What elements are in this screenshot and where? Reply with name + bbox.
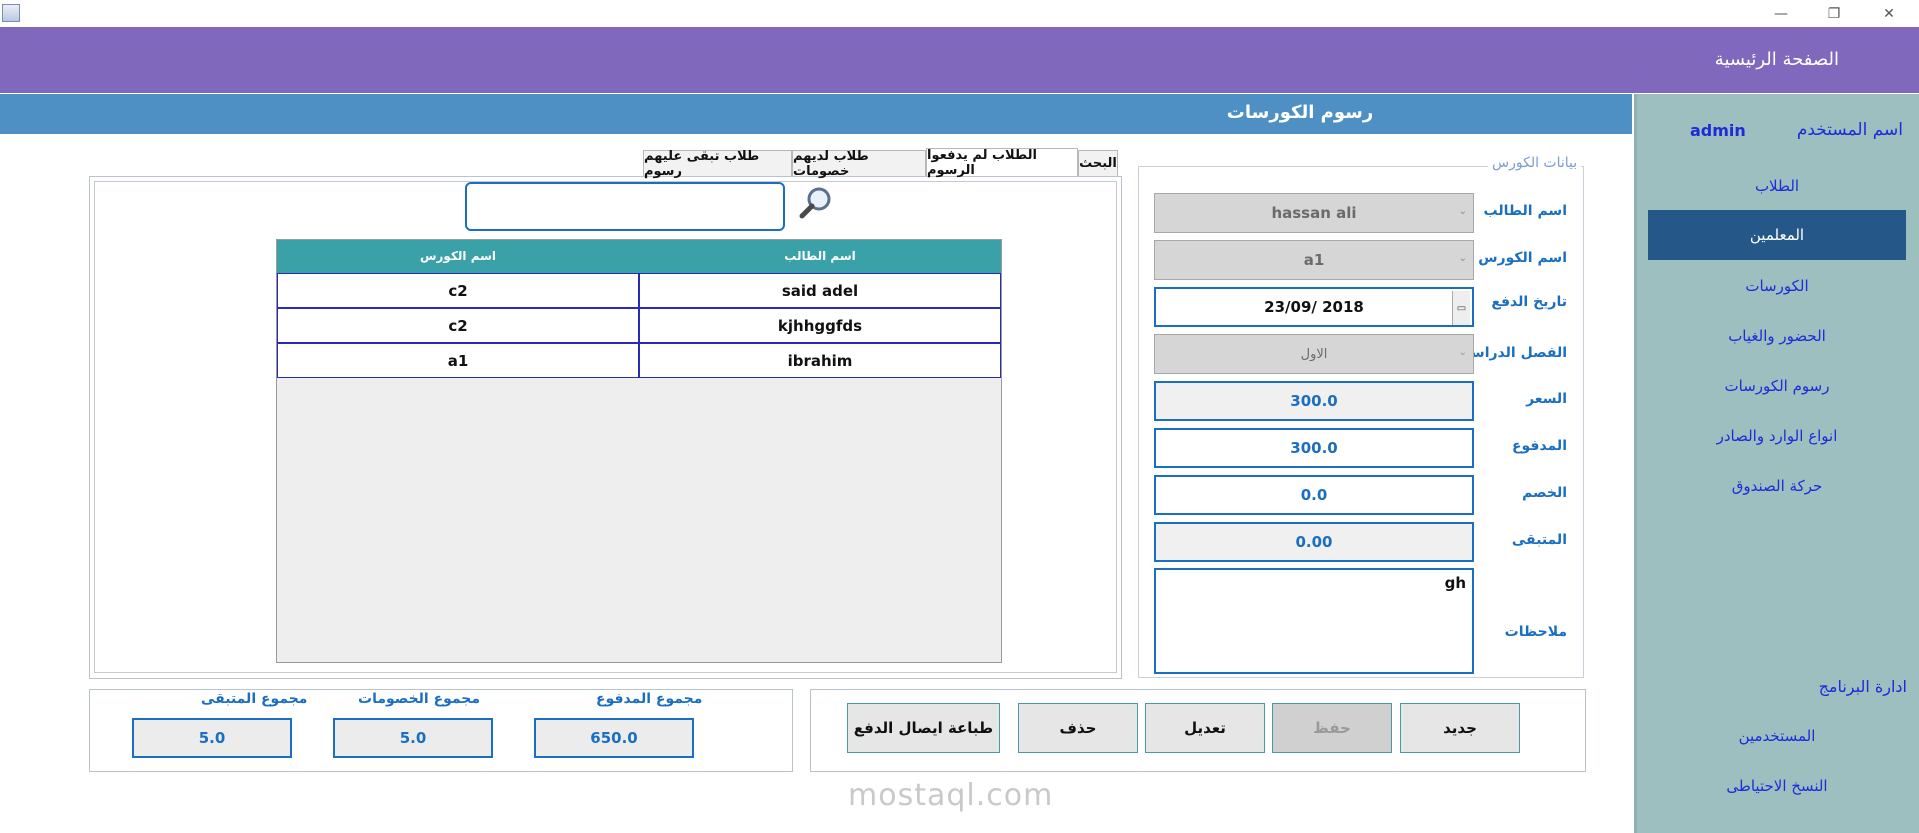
discount-label: الخصم [1522, 485, 1567, 501]
table-row[interactable]: a1 ibrahim [277, 343, 1001, 378]
course-name-label: اسم الكورس [1478, 250, 1567, 266]
notes-textarea[interactable]: gh [1154, 568, 1474, 674]
delete-button[interactable]: حذف [1018, 703, 1138, 753]
total-paid-field[interactable]: 650.0 [534, 718, 694, 758]
column-header-student[interactable]: اسم الطالب [639, 240, 1001, 273]
sidebar-item-backup[interactable]: النسخ الاحتياطى [1648, 761, 1906, 811]
sidebar-item-cash-movement[interactable]: حركة الصندوق [1648, 461, 1906, 511]
search-icon[interactable] [798, 185, 834, 221]
table-row[interactable]: c2 said adel [277, 273, 1001, 308]
tab-remaining-fees-students[interactable]: طلاب تبقى عليهم رسوم [643, 149, 792, 179]
minimize-button[interactable]: — [1758, 0, 1804, 27]
remaining-label: المتبقى [1511, 532, 1567, 548]
calendar-icon[interactable]: ▭ [1452, 291, 1470, 325]
students-table: اسم الكورس اسم الطالب c2 said adel c2 kj… [276, 239, 1002, 663]
payment-date-field[interactable]: 23/09/ 2018 ▭ [1154, 287, 1474, 327]
admin-section-heading: ادارة البرنامج [1818, 677, 1907, 696]
cell-course: c2 [277, 308, 639, 343]
total-discounts-field[interactable]: 5.0 [333, 718, 493, 758]
cell-student: said adel [639, 273, 1001, 308]
course-data-legend: بيانات الكورس [1488, 155, 1582, 171]
sidebar-item-course-fees[interactable]: رسوم الكورسات [1648, 361, 1906, 411]
app-header [0, 27, 1919, 93]
student-name-label: اسم الطالب [1483, 203, 1567, 219]
discount-field[interactable]: 0.0 [1154, 475, 1474, 515]
total-discounts-label: مجموع الخصومات [358, 691, 481, 707]
semester-combo[interactable]: الاول ⌄ [1154, 334, 1474, 374]
paid-field[interactable]: 300.0 [1154, 428, 1474, 468]
sidebar-item-students[interactable]: الطلاب [1648, 161, 1906, 211]
watermark-text: mostaql.com [848, 778, 1054, 813]
cell-student: ibrahim [639, 343, 1001, 378]
tab-search[interactable]: البحث [1078, 150, 1118, 176]
chevron-down-icon: ⌄ [1458, 347, 1467, 358]
course-name-value: a1 [1303, 251, 1325, 269]
close-button[interactable]: ✕ [1866, 0, 1912, 27]
sidebar-item-courses[interactable]: الكورسات [1648, 261, 1906, 311]
chevron-down-icon: ⌄ [1458, 206, 1467, 217]
sidebar-item-income-expense-types[interactable]: انواع الوارد والصادر [1648, 411, 1906, 461]
course-name-combo[interactable]: a1 ⌄ [1154, 240, 1474, 280]
sidebar-item-users[interactable]: المستخدمين [1648, 711, 1906, 761]
home-title[interactable]: الصفحة الرئيسية [1715, 49, 1839, 70]
save-button[interactable]: حفظ [1272, 703, 1392, 753]
new-button[interactable]: جديد [1400, 703, 1520, 753]
window-titlebar [0, 0, 1919, 27]
notes-label: ملاحظات [1504, 624, 1567, 640]
page-title: رسوم الكورسات [1226, 102, 1374, 123]
cell-student: kjhhggfds [639, 308, 1001, 343]
cell-course: a1 [277, 343, 639, 378]
price-field[interactable]: 300.0 [1154, 381, 1474, 421]
print-receipt-button[interactable]: طباعة ايصال الدفع [847, 703, 1000, 753]
remaining-field[interactable]: 0.00 [1154, 522, 1474, 562]
price-label: السعر [1526, 391, 1567, 407]
column-header-course[interactable]: اسم الكورس [277, 240, 639, 273]
semester-value: الاول [1300, 346, 1328, 362]
java-app-icon [2, 4, 20, 22]
username-label: اسم المستخدم [1796, 120, 1903, 140]
total-remaining-field[interactable]: 5.0 [132, 718, 292, 758]
student-name-combo[interactable]: hassan ali ⌄ [1154, 193, 1474, 233]
cell-course: c2 [277, 273, 639, 308]
paid-label: المدفوع [1511, 438, 1567, 454]
sidebar-item-teachers[interactable]: المعلمين [1648, 210, 1906, 260]
search-input[interactable] [465, 182, 785, 231]
payment-date-label: تاريخ الدفع [1491, 294, 1567, 310]
tab-discount-students[interactable]: طلاب لديهم خصومات [792, 149, 926, 179]
table-row[interactable]: c2 kjhhggfds [277, 308, 1001, 343]
username-value: admin [1690, 121, 1746, 140]
total-paid-label: مجموع المدفوع [596, 691, 703, 707]
tab-unpaid-students[interactable]: الطلاب لم يدفعوا الرسوم [926, 148, 1078, 178]
payment-date-value: 23/09/ 2018 [1264, 298, 1364, 316]
total-remaining-label: مجموع المتبقى [201, 691, 308, 707]
edit-button[interactable]: تعديل [1145, 703, 1265, 753]
restore-button[interactable]: ❐ [1811, 0, 1857, 27]
student-name-value: hassan ali [1271, 204, 1357, 222]
table-header: اسم الكورس اسم الطالب [277, 240, 1001, 273]
sidebar-item-attendance[interactable]: الحضور والغياب [1648, 311, 1906, 361]
chevron-down-icon: ⌄ [1458, 253, 1467, 264]
